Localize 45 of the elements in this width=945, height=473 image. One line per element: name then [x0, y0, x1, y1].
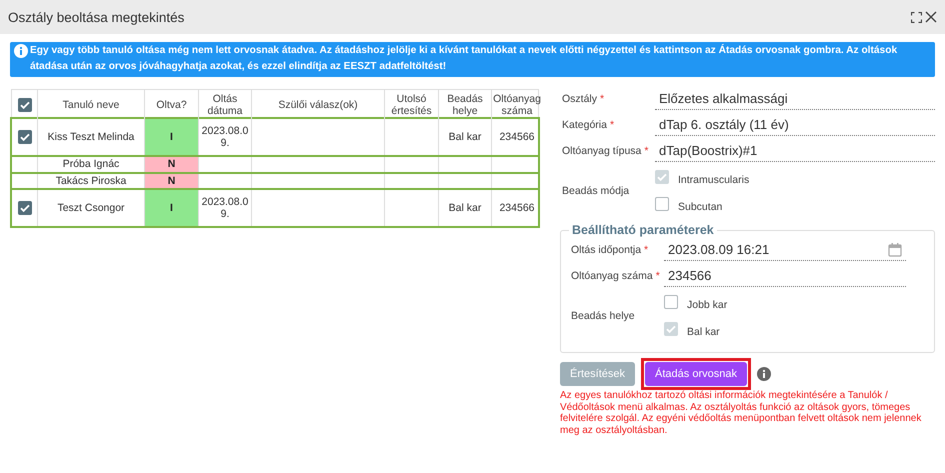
- status-cell: N: [145, 157, 199, 172]
- field-label: Kategória: [562, 119, 607, 131]
- field-label: Oltás időpontja: [571, 244, 642, 256]
- required-marker: *: [644, 145, 648, 157]
- transfer-button[interactable]: Átadás orvosnak: [645, 362, 747, 386]
- checkbox[interactable]: [664, 295, 678, 309]
- table-cell: 2023.08.09.: [199, 190, 252, 226]
- field-label: Beadás módja: [562, 184, 630, 196]
- info-text: Egy vagy több tanuló oltása még nem lett orvosnak átadva. Az átadáshoz jelölje ki a kívánt tanulókat a nevek előtti négyzettel és kattintson az Átadás orvosnak gombra. Az oltások átadása után az orvos jóváhagyhatja azokat, és ezzel elindítja az EESZT adatfeltöltést!: [30, 43, 898, 74]
- status-cell: I: [145, 190, 199, 226]
- checkbox[interactable]: [18, 98, 32, 112]
- field-label: Oltóanyag száma: [571, 270, 653, 282]
- checkbox[interactable]: [18, 201, 32, 215]
- field-label: Osztály: [562, 93, 598, 105]
- checkbox[interactable]: [18, 130, 32, 144]
- table-cell: Bal kar: [439, 119, 492, 155]
- column-header: Tanuló neve: [38, 90, 145, 119]
- required-marker: *: [600, 93, 604, 105]
- column-header: Beadás helye: [439, 90, 492, 119]
- table-cell: Bal kar: [439, 190, 492, 226]
- table-cell: 2023.08.09.: [199, 119, 252, 155]
- field-label: Beadás helye: [571, 310, 635, 322]
- table-cell-text: 234566: [498, 200, 536, 216]
- required-marker: *: [644, 244, 648, 256]
- status-cell: I: [145, 119, 199, 155]
- column-header: Oltás dátuma: [199, 90, 252, 119]
- field-label: Oltóanyag típusa: [562, 145, 642, 157]
- column-header: Oltóanyag száma: [492, 92, 542, 118]
- checkbox-label: Subcutan: [678, 201, 722, 213]
- column-header: Utolsó értesítés: [385, 90, 439, 119]
- window-title: Osztály beoltása megtekintés: [8, 10, 186, 24]
- required-marker: *: [610, 119, 614, 131]
- column-header: Szülői válasz(ok): [252, 90, 385, 119]
- checkbox-label: Jobb kar: [687, 299, 728, 311]
- required-marker: *: [656, 270, 660, 282]
- table-cell-text: 234566: [498, 130, 536, 145]
- info-icon[interactable]: [756, 367, 771, 381]
- close-icon[interactable]: [925, 11, 937, 23]
- panel-title: Beállítható paraméterek: [571, 223, 715, 237]
- checkbox[interactable]: [655, 197, 669, 211]
- warning-note: Az egyes tanulókhoz tartozó oltási információk megtekintésére a Tanulók / Védőoltások menü alkalmas. Az osztályoltás funkció az oltások gyors, tömeges felvitelére szolgál. Az egyéni védőoltás menüpontban felvett oltások nem jelennek meg az osztályoltásban.: [560, 390, 922, 436]
- checkbox-label: Bal kar: [687, 326, 720, 338]
- status-cell: N: [145, 174, 199, 188]
- maximize-icon[interactable]: [911, 12, 922, 22]
- checkbox-label: Intramuscularis: [678, 174, 750, 186]
